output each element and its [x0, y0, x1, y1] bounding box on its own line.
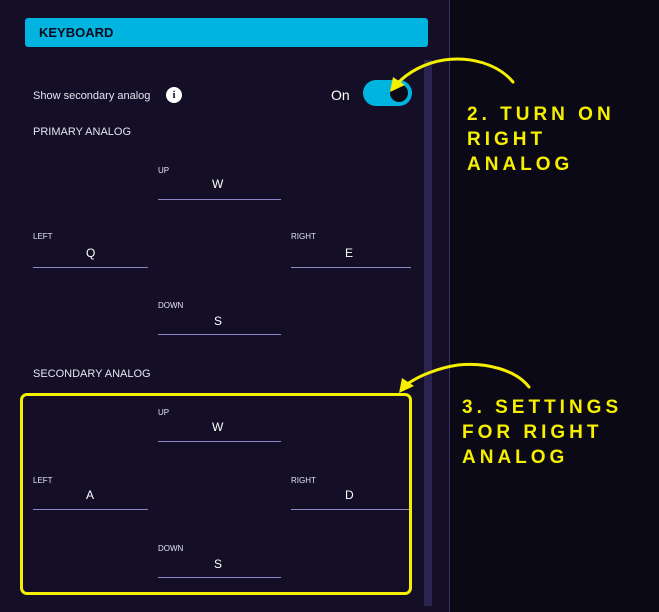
annotation-step3: 3. SETTINGS FOR RIGHT ANALOG: [462, 395, 622, 470]
arrow-curve-step2: [395, 57, 515, 86]
annotation-step2-line3: ANALOG: [467, 154, 574, 175]
annotation-arrows: [390, 57, 531, 393]
annotation-step3-line2: FOR RIGHT: [462, 422, 603, 443]
annotation-step2-line1: 2. TURN ON: [467, 104, 615, 125]
arrow-curve-step3: [404, 362, 531, 389]
annotation-step2-line2: RIGHT: [467, 129, 547, 150]
annotation-step3-line1: 3. SETTINGS: [462, 397, 623, 418]
annotation-step3-line3: ANALOG: [462, 447, 569, 468]
annotation-step2: 2. TURN ON RIGHT ANALOG: [467, 102, 615, 177]
